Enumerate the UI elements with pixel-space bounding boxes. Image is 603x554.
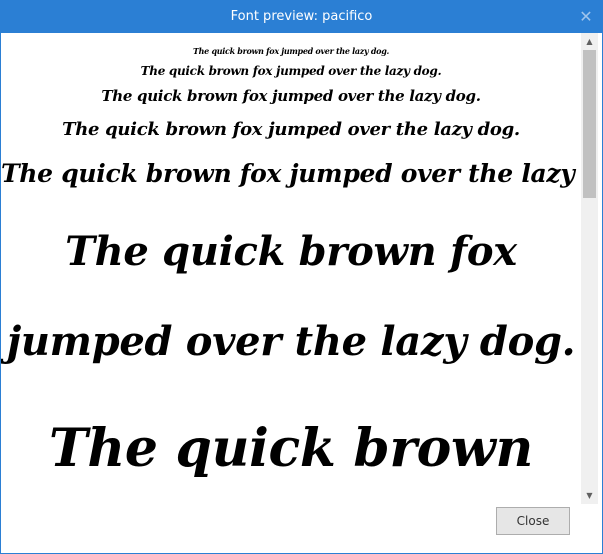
title-bar: Font preview: pacifico ✕ (1, 1, 602, 33)
font-preview-dialog: Font preview: pacifico ✕ The quick brown… (0, 0, 603, 554)
sample-line-size-6-part-2: jumped over the lazy dog. (6, 318, 576, 365)
scroll-thumb[interactable] (583, 50, 596, 198)
scroll-up-icon[interactable]: ▲ (581, 33, 598, 50)
sample-line-size-3: The quick brown fox jumped over the lazy… (101, 87, 481, 105)
sample-line-size-6-part-1: The quick brown fox (65, 228, 517, 275)
sample-line-size-4: The quick brown fox jumped over the lazy… (62, 119, 520, 140)
dialog-title: Font preview: pacifico (230, 9, 373, 24)
sample-line-size-7: The quick brown (49, 418, 533, 479)
sample-line-size-5: The quick brown fox jumped over the lazy… (1, 159, 581, 188)
scroll-down-icon[interactable]: ▼ (581, 487, 598, 504)
vertical-scrollbar[interactable]: ▲ ▼ (581, 33, 598, 504)
sample-line-size-2: The quick brown fox jumped over the lazy… (140, 64, 442, 78)
dialog-footer: Close (1, 504, 602, 553)
close-button[interactable]: Close (496, 507, 570, 535)
sample-line-size-1: The quick brown fox jumped over the lazy… (193, 46, 389, 56)
close-icon[interactable]: ✕ (578, 9, 594, 25)
font-preview-area: The quick brown fox jumped over the lazy… (1, 33, 581, 503)
